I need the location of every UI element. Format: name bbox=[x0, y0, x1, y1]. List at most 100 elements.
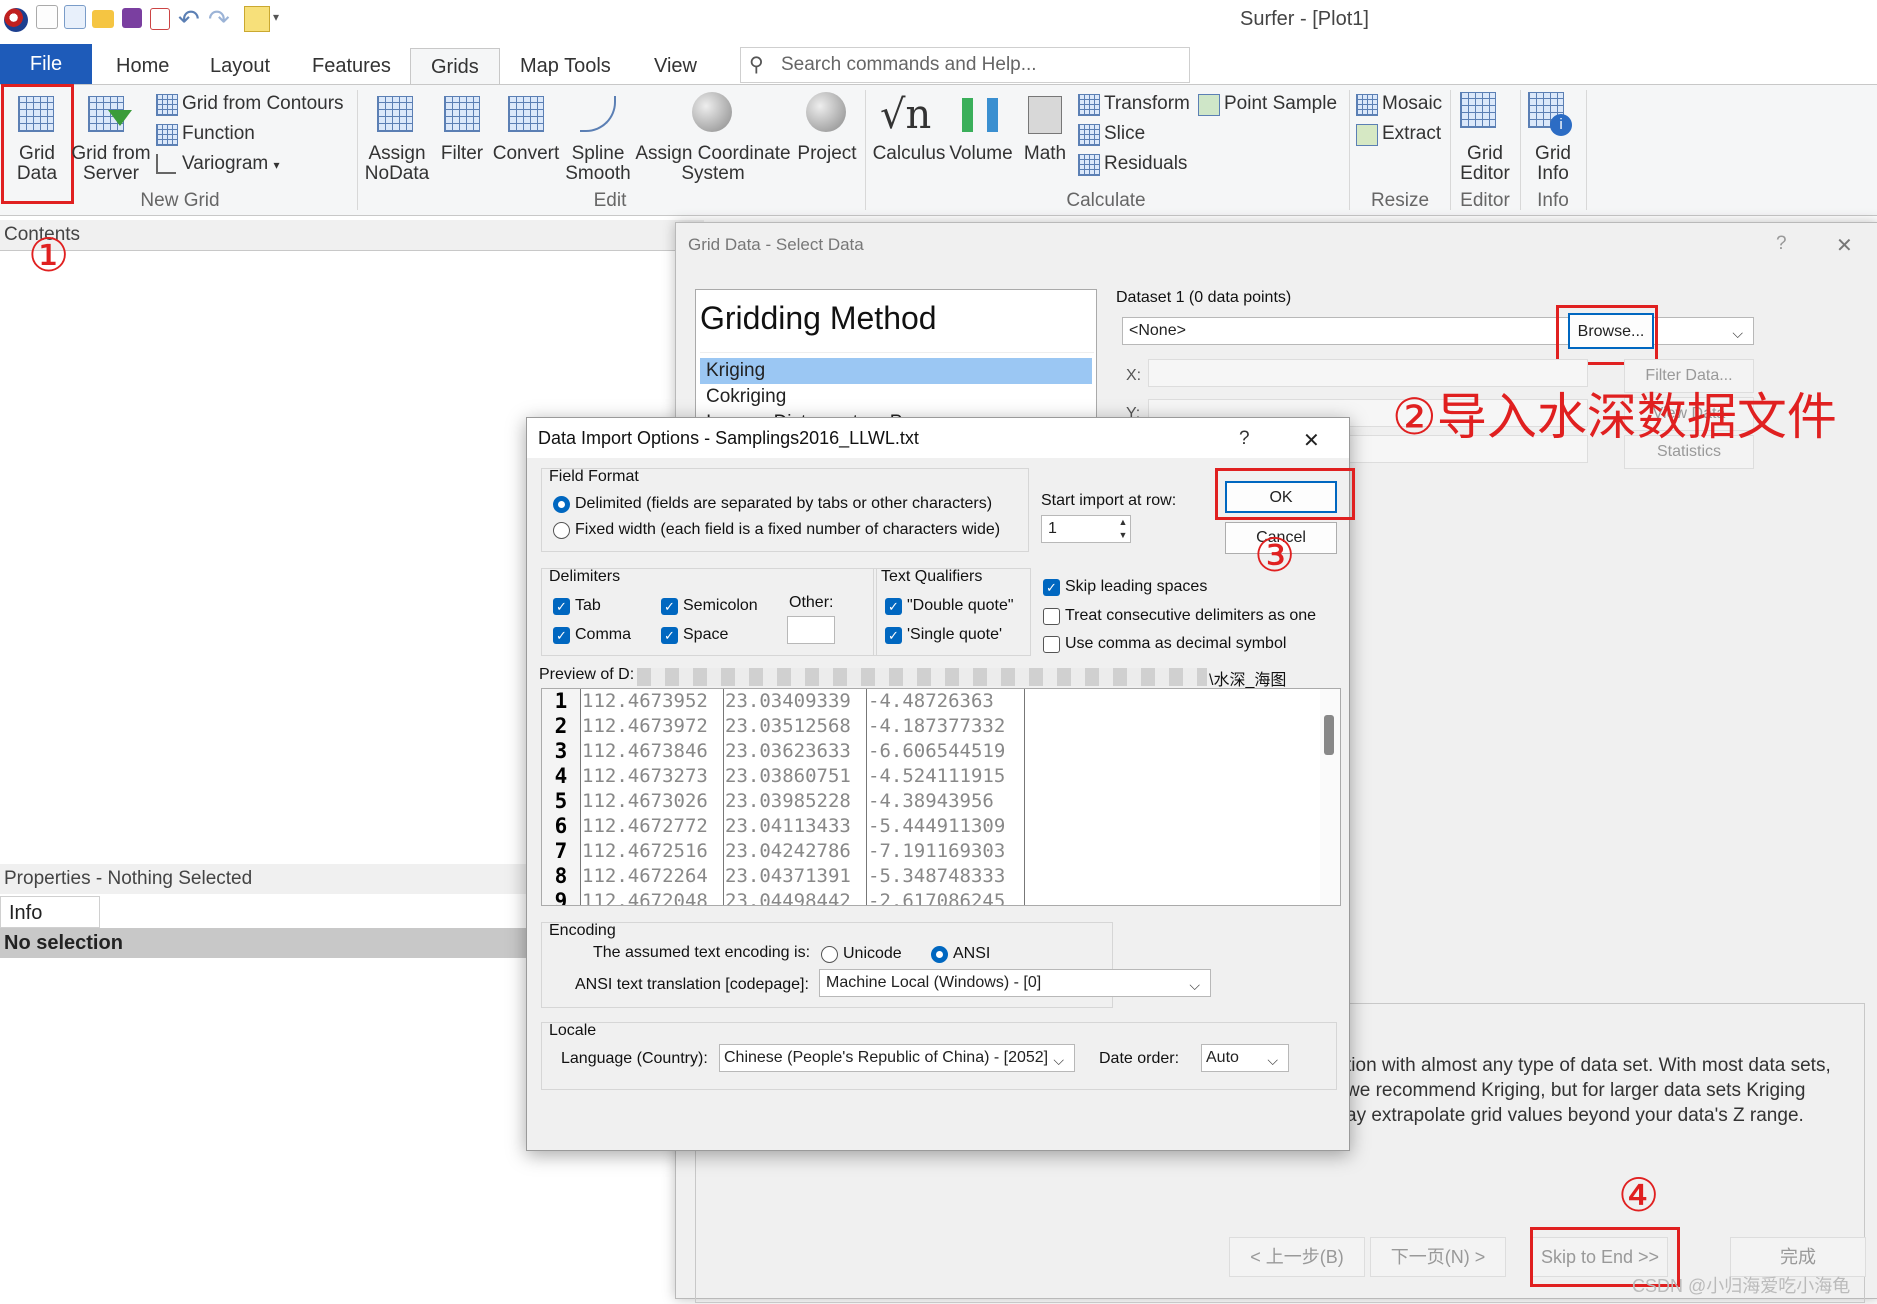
import-close-button[interactable]: ✕ bbox=[1303, 428, 1320, 453]
assign-nodata-button[interactable]: Assign NoData bbox=[362, 144, 432, 184]
start-row-spinner-icon[interactable]: ▲ ▼ bbox=[1115, 516, 1131, 542]
convert-icon[interactable] bbox=[508, 96, 544, 132]
grid-from-server-button[interactable]: Grid from Server bbox=[66, 144, 156, 184]
language-select[interactable]: Chinese (People's Republic of China) - [… bbox=[719, 1044, 1075, 1073]
tab-file[interactable]: File bbox=[0, 44, 92, 84]
preview-cell: 23.04371391 bbox=[725, 865, 851, 887]
close-button[interactable]: ✕ bbox=[1836, 233, 1853, 258]
assign-coordinate-system-icon[interactable] bbox=[692, 92, 732, 132]
transform-button[interactable]: Transform bbox=[1104, 94, 1190, 114]
project-button[interactable]: Project bbox=[794, 144, 860, 164]
date-order-select[interactable]: Auto bbox=[1201, 1044, 1289, 1073]
project-icon[interactable] bbox=[806, 92, 846, 132]
tab-features[interactable]: Features bbox=[292, 48, 411, 84]
math-button[interactable]: Math bbox=[1016, 144, 1074, 164]
method-description: tion with almost any type of data set. W… bbox=[1346, 1053, 1831, 1128]
grid-info-button[interactable]: Grid Info bbox=[1520, 144, 1586, 184]
volume-button[interactable]: Volume bbox=[946, 144, 1016, 164]
properties-tab-info[interactable]: Info bbox=[0, 896, 100, 928]
extract-button[interactable]: Extract bbox=[1382, 124, 1441, 144]
preview-cell: 23.03623633 bbox=[725, 740, 851, 762]
semicolon-checkbox[interactable]: ✓ bbox=[661, 598, 678, 615]
consecutive-delimiters-label: Treat consecutive delimiters as one bbox=[1065, 607, 1317, 624]
tab-home[interactable]: Home bbox=[96, 48, 189, 84]
redo-icon[interactable]: ↷ bbox=[208, 4, 230, 35]
next-button[interactable]: 下一页(N) > bbox=[1370, 1237, 1506, 1277]
description-line: we recommend Kriging, but for larger dat… bbox=[1346, 1080, 1806, 1101]
variogram-label: Variogram bbox=[182, 153, 269, 174]
double-quote-label: "Double quote" bbox=[907, 597, 1014, 614]
slice-button[interactable]: Slice bbox=[1104, 124, 1145, 144]
tab-grids[interactable]: Grids bbox=[410, 48, 500, 86]
unicode-radio[interactable] bbox=[821, 946, 838, 963]
undo-icon[interactable]: ↶ bbox=[178, 4, 200, 35]
filter-button[interactable]: Filter bbox=[436, 144, 488, 164]
preview-cell: -5.348748333 bbox=[868, 865, 1006, 887]
x-column-select[interactable] bbox=[1148, 359, 1588, 387]
function-button[interactable]: Function bbox=[182, 124, 255, 144]
assign-nodata-icon[interactable] bbox=[377, 96, 413, 132]
tab-checkbox[interactable]: ✓ bbox=[553, 598, 570, 615]
filter-data-button[interactable]: Filter Data... bbox=[1624, 359, 1754, 393]
calculus-icon[interactable]: √n bbox=[880, 92, 931, 138]
comma-checkbox[interactable]: ✓ bbox=[553, 627, 570, 644]
double-quote-checkbox[interactable]: ✓ bbox=[885, 598, 902, 615]
codepage-select[interactable]: Machine Local (Windows) - [0] bbox=[819, 969, 1211, 998]
single-quote-checkbox[interactable]: ✓ bbox=[885, 627, 902, 644]
new-file-icon[interactable] bbox=[36, 5, 58, 29]
open-folder-icon[interactable] bbox=[92, 10, 114, 28]
grid-editor-button[interactable]: Grid Editor bbox=[1452, 144, 1518, 184]
column-divider bbox=[1024, 689, 1025, 905]
preview-grid[interactable]: 1 112.4673952 23.03409339 -4.48726363 2 112.4… bbox=[541, 688, 1341, 906]
other-delimiter-input[interactable] bbox=[787, 616, 835, 644]
back-button[interactable]: < 上一步(B) bbox=[1229, 1237, 1365, 1277]
variogram-icon bbox=[156, 154, 176, 174]
math-calculator-icon[interactable] bbox=[1028, 96, 1062, 134]
spline-smooth-button[interactable]: Spline Smooth bbox=[564, 144, 632, 184]
select-pointer-icon[interactable] bbox=[244, 6, 270, 32]
help-button[interactable]: ? bbox=[1776, 233, 1787, 255]
mosaic-button[interactable]: Mosaic bbox=[1382, 94, 1442, 114]
consecutive-delimiters-checkbox[interactable] bbox=[1043, 608, 1060, 625]
assign-coordinate-system-button[interactable]: Assign Coordinate System bbox=[632, 144, 794, 184]
tab-layout[interactable]: Layout bbox=[190, 48, 290, 84]
method-item-kriging[interactable]: Kriging bbox=[700, 358, 1092, 384]
tab-view[interactable]: View bbox=[634, 48, 717, 84]
preview-cell: -7.191169303 bbox=[868, 840, 1006, 862]
tab-map-tools[interactable]: Map Tools bbox=[500, 48, 631, 84]
search-box[interactable]: ⚲ Search commands and Help... bbox=[740, 47, 1190, 83]
preview-scrollbar-thumb[interactable] bbox=[1324, 715, 1334, 755]
finish-button[interactable]: 完成 bbox=[1730, 1237, 1866, 1277]
convert-button[interactable]: Convert bbox=[490, 144, 562, 164]
grid-from-contours-button[interactable]: Grid from Contours bbox=[182, 94, 344, 114]
ansi-radio[interactable] bbox=[931, 946, 948, 963]
residuals-button[interactable]: Residuals bbox=[1104, 154, 1187, 174]
preview-cell: 112.4672048 bbox=[582, 890, 708, 906]
point-sample-icon bbox=[1198, 94, 1220, 116]
variogram-button[interactable]: Variogram ▾ bbox=[182, 154, 280, 175]
volume-icon[interactable] bbox=[962, 98, 998, 132]
fixed-width-radio[interactable] bbox=[553, 522, 570, 539]
save-icon[interactable] bbox=[122, 8, 142, 28]
method-item-cokriging[interactable]: Cokriging bbox=[706, 386, 786, 408]
new-worksheet-icon[interactable] bbox=[64, 5, 86, 29]
preview-row-number: 5 bbox=[542, 789, 580, 815]
filter-icon[interactable] bbox=[444, 96, 480, 132]
skip-leading-spaces-checkbox[interactable]: ✓ bbox=[1043, 579, 1060, 596]
preview-cell: -5.444911309 bbox=[868, 815, 1006, 837]
description-line: ay extrapolate grid values beyond your d… bbox=[1346, 1105, 1804, 1126]
dataset-select[interactable]: <None> bbox=[1122, 317, 1754, 346]
import-help-button[interactable]: ? bbox=[1239, 428, 1250, 450]
calculus-button[interactable]: Calculus bbox=[870, 144, 948, 164]
point-sample-button[interactable]: Point Sample bbox=[1224, 94, 1337, 114]
space-checkbox[interactable]: ✓ bbox=[661, 627, 678, 644]
delimited-radio[interactable] bbox=[553, 496, 570, 513]
customize-qat-icon[interactable]: ▾ bbox=[273, 10, 279, 24]
grid-editor-icon[interactable] bbox=[1460, 92, 1496, 128]
decimal-comma-checkbox[interactable] bbox=[1043, 636, 1060, 653]
group-label-new-grid: New Grid bbox=[140, 190, 220, 211]
preview-cell: 112.4672516 bbox=[582, 840, 708, 862]
preview-row: 4 112.4673273 23.03860751 -4.524111915 bbox=[542, 764, 1320, 790]
fixed-width-label: Fixed width (each field is a fixed numbe… bbox=[575, 521, 1001, 538]
export-icon[interactable] bbox=[150, 8, 170, 30]
